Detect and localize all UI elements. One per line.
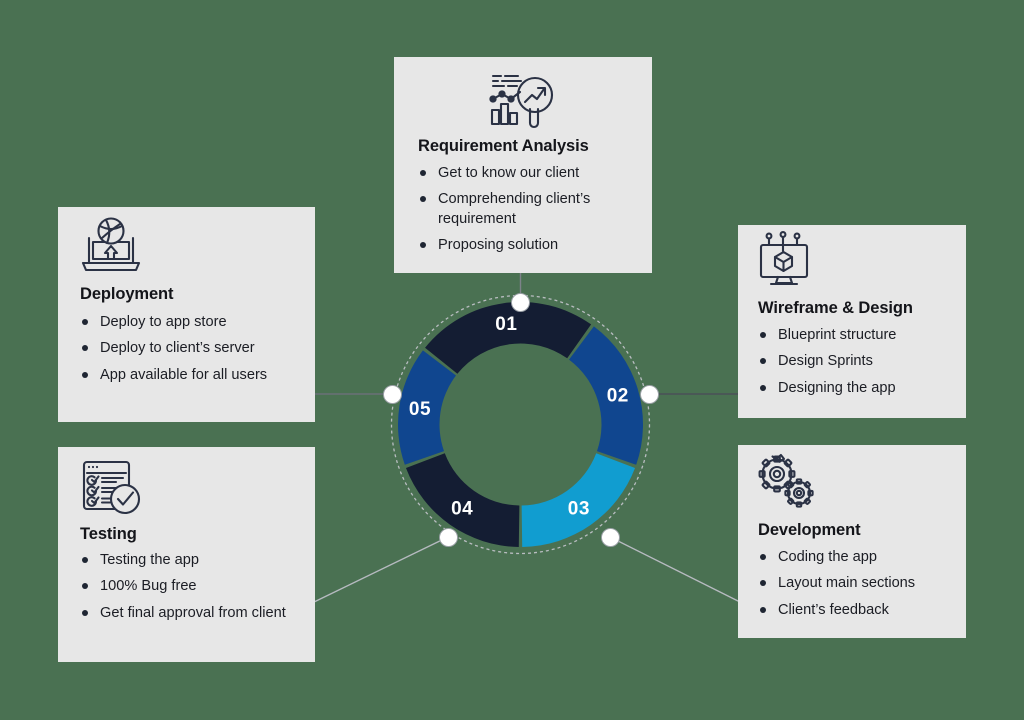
bullet-dot — [760, 384, 766, 391]
bullet-item: Layout main sections — [756, 574, 956, 593]
bullet-item: Deploy to app store — [78, 313, 298, 332]
card-title-wireframe-design: Wireframe & Design — [758, 299, 913, 317]
bullet-dot — [760, 580, 766, 587]
donut-label-03: 03 — [568, 498, 590, 519]
donut-label-02: 02 — [607, 385, 629, 406]
bullet-item: Client’s feedback — [756, 601, 956, 620]
bullet-item: 100% Bug free — [78, 577, 300, 596]
donut-segment-group — [398, 302, 643, 547]
bullet-text: 100% Bug free — [100, 578, 197, 595]
bullet-text: Layout main sections — [778, 575, 916, 592]
bullet-dot — [760, 358, 766, 365]
bullet-text: Deploy to app store — [100, 314, 227, 330]
bullet-item: Deploy to client’s server — [78, 339, 298, 358]
bullet-text: Client’s feedback — [778, 601, 889, 618]
card-requirement-analysis[interactable]: Requirement Analysis Get to know our cli… — [394, 57, 652, 273]
bullet-text: Get final approval from client — [100, 604, 286, 621]
card-testing[interactable]: Testing Testing the app 100% Bug free Ge… — [58, 447, 315, 662]
bullet-text: Get to know our client — [438, 165, 580, 181]
donut-label-05: 05 — [409, 399, 431, 420]
bullet-dot — [82, 583, 88, 590]
monitor-cube-icon — [756, 231, 822, 291]
card-development[interactable]: Development Coding the app Layout main s… — [738, 445, 966, 638]
node-requirement-analysis[interactable] — [511, 293, 530, 312]
card-title-development: Development — [758, 521, 861, 539]
bullet-dot — [760, 606, 766, 613]
card-wireframe-design[interactable]: Wireframe & Design Blueprint structure D… — [738, 225, 966, 418]
bullet-item: Blueprint structure — [756, 326, 956, 345]
bullet-dot — [82, 557, 88, 563]
checklist-check-icon — [78, 457, 146, 517]
bullet-item: Design Sprints — [756, 352, 956, 371]
bullet-dot — [82, 609, 88, 616]
donut-segment-01[interactable] — [425, 302, 592, 374]
bullet-item: Testing the app — [78, 551, 300, 570]
bullet-text: Proposing solution — [438, 236, 559, 253]
node-wireframe-design[interactable] — [640, 385, 659, 404]
bullet-dot — [760, 554, 766, 560]
donut-svg: 01 02 03 04 05 — [398, 302, 643, 547]
donut-label-04: 04 — [451, 498, 473, 519]
bullet-dot — [82, 345, 88, 352]
bullet-item: App available for all users — [78, 366, 298, 385]
diagram-canvas: 01 02 03 04 05 Requirement Analysis Get … — [0, 0, 1024, 720]
bullet-dot — [420, 241, 426, 248]
card-title-testing: Testing — [80, 525, 137, 543]
bullet-dot — [82, 319, 88, 325]
bullet-text: Deploy to client’s server — [100, 340, 255, 357]
bullet-text: Design Sprints — [778, 353, 873, 370]
process-donut-chart: 01 02 03 04 05 — [398, 302, 643, 547]
card-title-deployment: Deployment — [80, 285, 174, 303]
card-title-requirement-analysis: Requirement Analysis — [418, 137, 589, 155]
bullet-item: Get final approval from client — [78, 604, 300, 623]
donut-label-01: 01 — [495, 314, 517, 335]
card-deployment[interactable]: Deployment Deploy to app store Deploy to… — [58, 207, 315, 422]
chart-magnifier-icon — [487, 69, 559, 131]
bullet-text: Designing the app — [778, 379, 896, 396]
bullet-item: Designing the app — [756, 379, 956, 398]
bullet-text: App available for all users — [100, 366, 268, 383]
gears-icon — [756, 453, 822, 513]
bullet-item: Comprehending client’s requirement — [416, 190, 636, 229]
bullet-item: Proposing solution — [416, 236, 636, 255]
node-development[interactable] — [601, 528, 620, 547]
bullet-text: Testing the app — [100, 552, 199, 568]
bullet-dot — [420, 170, 426, 176]
node-testing[interactable] — [439, 528, 458, 547]
bullet-text: Comprehending client’s requirement — [438, 191, 591, 227]
bullet-item: Get to know our client — [416, 164, 636, 183]
bullet-text: Blueprint structure — [778, 327, 897, 343]
node-deployment[interactable] — [383, 385, 402, 404]
bullet-text: Coding the app — [778, 549, 877, 565]
bullet-dot — [420, 196, 426, 203]
bullet-dot — [82, 371, 88, 378]
laptop-globe-upload-icon — [78, 217, 146, 277]
bullet-dot — [760, 332, 766, 338]
bullet-item: Coding the app — [756, 548, 956, 567]
